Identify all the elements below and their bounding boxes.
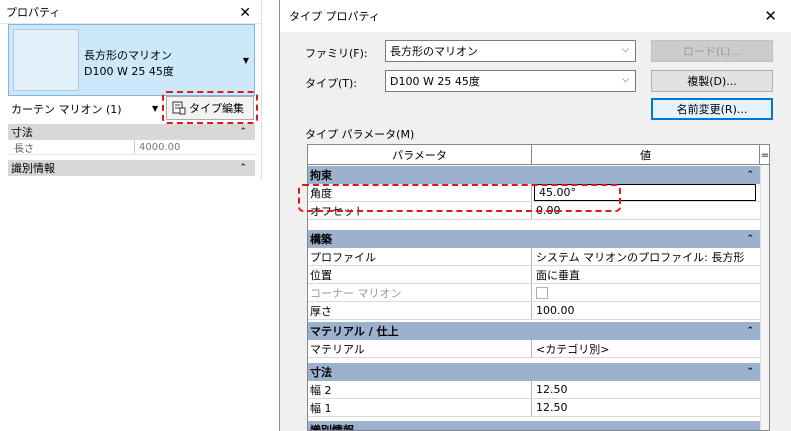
type-name: D100 W 25 45度 (84, 65, 174, 78)
highlight-edit-type (162, 91, 258, 124)
close-icon[interactable]: ✕ (239, 5, 251, 21)
section-identity[interactable]: 識別情報 ⌃ (8, 160, 255, 176)
collapse-icon[interactable]: ⌃ (746, 234, 754, 244)
collapse-icon[interactable]: ⌃ (239, 127, 247, 137)
duplicate-button[interactable]: 複製(D)... (651, 70, 773, 92)
grid-scrollbar[interactable] (760, 165, 769, 430)
section-materials[interactable]: マテリアル / 仕上 ⌃ (308, 322, 760, 340)
section-identity[interactable]: 識別情報 (308, 421, 760, 430)
instance-filter-label: カーテン マリオン (1) (11, 103, 122, 116)
param-row-position[interactable]: 位置 面に垂直 (308, 266, 760, 284)
chevron-down-icon[interactable]: ▼ (152, 104, 158, 113)
type-combobox[interactable]: D100 W 25 45度 ⌵ (385, 70, 636, 92)
corner-mullion-checkbox[interactable] (536, 286, 548, 299)
dialog-titlebar: タイプ プロパティ (280, 0, 791, 32)
palette-title: プロパティ (0, 0, 261, 24)
collapse-icon[interactable]: ⌃ (746, 367, 754, 377)
collapse-icon[interactable]: ⌃ (239, 163, 247, 173)
column-header-value[interactable]: 値 (532, 145, 760, 165)
param-row-material[interactable]: マテリアル <カテゴリ別> (308, 340, 760, 358)
type-label: タイプ(T): (305, 77, 358, 90)
grid-header: パラメータ 値 = (308, 145, 769, 165)
family-combobox[interactable]: 長方形のマリオン ⌵ (385, 40, 636, 62)
property-row-length[interactable]: 長さ 4000.00 (8, 140, 255, 155)
collapse-icon[interactable]: ⌃ (746, 170, 754, 180)
type-family-name: 長方形のマリオン (84, 49, 172, 62)
param-row-thickness[interactable]: 厚さ 100.00 (308, 302, 760, 320)
param-row-corner-mullion[interactable]: コーナー マリオン (308, 284, 760, 302)
type-preview-image (13, 29, 79, 91)
chevron-down-icon[interactable]: ▼ (243, 56, 249, 65)
chevron-down-icon: ⌵ (622, 45, 629, 55)
family-label: ファミリ(F): (305, 47, 368, 60)
type-parameters-label: タイプ パラメータ(M) (305, 128, 415, 141)
section-dimensions[interactable]: 寸法 ⌃ (308, 363, 760, 381)
type-properties-dialog: タイプ プロパティ ✕ ファミリ(F): 長方形のマリオン ⌵ ロード(L)..… (279, 0, 791, 431)
section-construction[interactable]: 構築 ⌃ (308, 230, 760, 248)
section-dimensions[interactable]: 寸法 ⌃ (8, 124, 255, 140)
chevron-down-icon: ⌵ (622, 75, 629, 85)
highlight-angle-row (298, 184, 621, 212)
column-menu-icon[interactable]: = (760, 145, 769, 165)
load-button[interactable]: ロード(L)... (651, 40, 773, 62)
param-row-width-2[interactable]: 幅 2 12.50 (308, 381, 760, 399)
collapse-icon[interactable]: ⌃ (746, 326, 754, 336)
close-icon[interactable]: ✕ (764, 7, 777, 25)
dialog-title: タイプ プロパティ (289, 10, 380, 23)
type-selector[interactable]: 長方形のマリオン D100 W 25 45度 ▼ (8, 24, 255, 96)
param-row-width-1[interactable]: 幅 1 12.50 (308, 399, 760, 417)
param-row-profile[interactable]: プロファイル システム マリオンのプロファイル: 長方形 (308, 248, 760, 266)
section-constraints[interactable]: 拘束 ⌃ (308, 166, 760, 184)
properties-palette: プロパティ ✕ 長方形のマリオン D100 W 25 45度 ▼ カーテン マリ… (0, 0, 262, 180)
rename-button[interactable]: 名前変更(R)... (651, 98, 773, 120)
column-header-parameter[interactable]: パラメータ (308, 145, 532, 165)
